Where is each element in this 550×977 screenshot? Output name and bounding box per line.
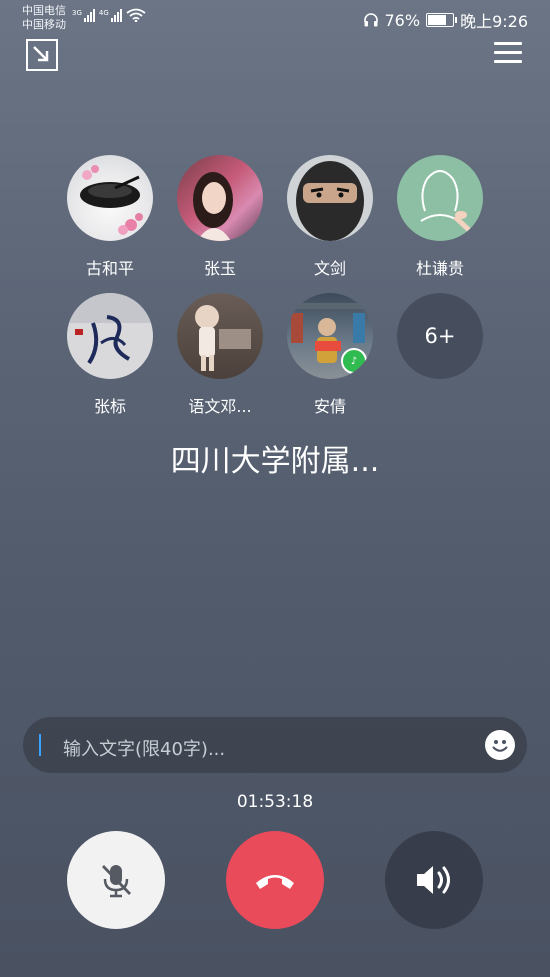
clock: 晚上9:26 xyxy=(460,12,528,31)
member-name: 语文邓... xyxy=(188,397,252,416)
network-icons: 3G 4G xyxy=(72,8,146,22)
battery-icon xyxy=(426,13,458,27)
group-name: 四川大学附属... xyxy=(170,444,380,479)
member-name: 张标 xyxy=(93,397,126,416)
member-name: 安倩 xyxy=(313,397,346,416)
minimize-arrow-icon xyxy=(33,46,49,62)
speaker-icon xyxy=(417,866,450,894)
speaker-button[interactable] xyxy=(385,831,483,929)
avatar xyxy=(177,155,263,241)
message-input-bar[interactable]: 输入文字(限40字)... xyxy=(23,717,527,773)
mic-muted-icon xyxy=(101,865,132,898)
text-cursor xyxy=(39,734,41,756)
wifi-icon xyxy=(126,8,146,22)
member-item[interactable]: 古和平 xyxy=(55,155,165,279)
menu-button[interactable] xyxy=(494,42,522,66)
member-name: 杜谦贵 xyxy=(415,259,464,278)
message-input[interactable]: 输入文字(限40字)... xyxy=(63,735,225,761)
phone-hangup-icon xyxy=(256,875,294,889)
signal-icon: 3G xyxy=(72,9,95,22)
carrier-2: 中国移动 xyxy=(22,18,66,31)
minimize-button[interactable] xyxy=(26,39,58,71)
smiley-icon xyxy=(492,740,508,752)
mute-mic-button[interactable] xyxy=(67,831,165,929)
avatar xyxy=(397,155,483,241)
more-members-button[interactable]: 6+ xyxy=(397,293,483,379)
carrier-1: 中国电信 xyxy=(22,4,66,17)
avatar xyxy=(67,293,153,379)
member-name: 文剑 xyxy=(313,259,346,278)
emoji-button[interactable] xyxy=(485,730,515,760)
hang-up-button[interactable] xyxy=(226,831,324,929)
member-grid: 古和平 张玉 文剑 杜谦贵 张标 语文邓... ♪ 安倩 6+ xyxy=(55,155,495,417)
member-item[interactable]: 语文邓... xyxy=(165,293,275,417)
menu-icon-line xyxy=(494,60,522,63)
avatar xyxy=(67,155,153,241)
battery-percent: 76% xyxy=(384,10,421,30)
avatar xyxy=(287,155,373,241)
member-item[interactable]: 张标 xyxy=(55,293,165,417)
net-type-1: 3G xyxy=(72,9,82,17)
call-timer: 01:53:18 xyxy=(236,792,314,812)
status-right: 76% 晚上9:26 xyxy=(363,8,528,32)
member-item[interactable]: 张玉 xyxy=(165,155,275,279)
carrier-info: 中国电信 中国移动 xyxy=(22,4,66,32)
menu-icon-line xyxy=(494,42,522,45)
signal-icon-2: 4G xyxy=(99,9,122,22)
member-item[interactable]: 文剑 xyxy=(275,155,385,279)
avatar xyxy=(177,293,263,379)
member-item[interactable]: ♪ 安倩 xyxy=(275,293,385,417)
menu-icon-line xyxy=(494,51,522,54)
avatar: ♪ xyxy=(287,293,373,379)
call-controls xyxy=(0,831,550,929)
member-name: 古和平 xyxy=(85,259,134,278)
member-name: 张玉 xyxy=(203,259,236,278)
status-bar: 中国电信 中国移动 3G 4G 76% 晚上9:26 xyxy=(0,0,550,36)
more-members-item[interactable]: 6+ xyxy=(385,293,495,417)
member-item[interactable]: 杜谦贵 xyxy=(385,155,495,279)
speaking-indicator-icon: ♪ xyxy=(341,348,367,374)
headphones-icon xyxy=(363,13,378,27)
net-type-2: 4G xyxy=(98,9,109,17)
